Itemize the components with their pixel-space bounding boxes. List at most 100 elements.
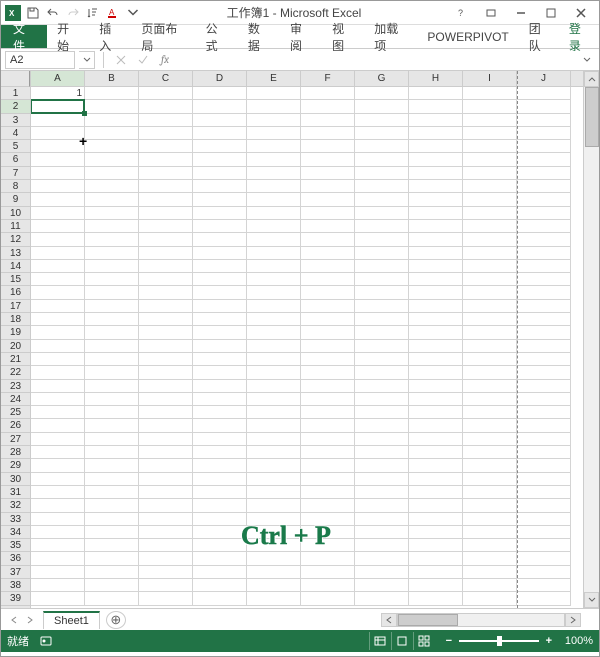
cell[interactable] (31, 300, 85, 313)
cell[interactable] (409, 260, 463, 273)
cell[interactable] (301, 366, 355, 379)
row-header[interactable]: 6 (1, 153, 30, 166)
cell[interactable] (301, 433, 355, 446)
cell[interactable] (85, 499, 139, 512)
cell[interactable] (85, 313, 139, 326)
cell[interactable] (31, 380, 85, 393)
cell[interactable] (409, 140, 463, 153)
cell[interactable] (139, 260, 193, 273)
cell[interactable] (31, 433, 85, 446)
cell[interactable] (355, 114, 409, 127)
cell[interactable] (85, 300, 139, 313)
cell[interactable] (355, 419, 409, 432)
cell[interactable] (247, 380, 301, 393)
cell[interactable] (355, 513, 409, 526)
formula-input[interactable] (178, 51, 575, 69)
cell[interactable] (85, 459, 139, 472)
cell[interactable] (247, 127, 301, 140)
cell[interactable] (463, 552, 517, 565)
cell[interactable] (355, 233, 409, 246)
cell[interactable] (301, 300, 355, 313)
cell[interactable] (463, 566, 517, 579)
cell[interactable] (139, 406, 193, 419)
cell[interactable] (193, 153, 247, 166)
cell[interactable] (31, 114, 85, 127)
expand-formula-bar-icon[interactable] (579, 51, 595, 69)
cell[interactable] (193, 127, 247, 140)
cell[interactable]: 1 (31, 87, 85, 100)
cell[interactable] (409, 127, 463, 140)
cell[interactable] (31, 552, 85, 565)
cell[interactable] (139, 247, 193, 260)
sign-in-link[interactable]: 登录 (561, 25, 599, 48)
cell[interactable] (139, 167, 193, 180)
cell[interactable] (85, 193, 139, 206)
cell[interactable] (139, 140, 193, 153)
column-header[interactable]: G (355, 71, 409, 86)
cell[interactable] (517, 180, 571, 193)
cell[interactable] (517, 127, 571, 140)
cell[interactable] (355, 446, 409, 459)
cell[interactable] (301, 247, 355, 260)
cell[interactable] (193, 393, 247, 406)
cell[interactable] (355, 153, 409, 166)
cell[interactable] (247, 273, 301, 286)
cell[interactable] (409, 579, 463, 592)
cell[interactable] (193, 486, 247, 499)
cell[interactable] (517, 114, 571, 127)
zoom-slider-thumb[interactable] (497, 636, 502, 646)
cell[interactable] (31, 313, 85, 326)
cell[interactable] (409, 380, 463, 393)
cell[interactable] (139, 433, 193, 446)
cell[interactable] (139, 473, 193, 486)
cell[interactable] (85, 566, 139, 579)
cell[interactable] (247, 552, 301, 565)
row-header[interactable]: 27 (1, 433, 30, 446)
cell[interactable] (31, 153, 85, 166)
row-header[interactable]: 32 (1, 499, 30, 512)
row-header[interactable]: 1 (1, 87, 30, 100)
scroll-left-button[interactable] (381, 613, 397, 627)
cell[interactable] (85, 419, 139, 432)
cell[interactable] (517, 592, 571, 605)
name-box-dropdown-icon[interactable] (79, 51, 95, 69)
cell[interactable] (247, 539, 301, 552)
page-layout-view-button[interactable] (391, 632, 413, 650)
normal-view-button[interactable] (369, 632, 391, 650)
cell[interactable] (193, 579, 247, 592)
cell[interactable] (247, 366, 301, 379)
cell[interactable] (409, 513, 463, 526)
cell[interactable] (247, 526, 301, 539)
row-header[interactable]: 2 (1, 100, 30, 113)
file-tab[interactable]: 文件 (1, 25, 47, 48)
cell[interactable] (139, 526, 193, 539)
cell[interactable] (31, 499, 85, 512)
cell[interactable] (247, 499, 301, 512)
cell[interactable] (355, 300, 409, 313)
cell[interactable] (409, 366, 463, 379)
cell[interactable] (31, 233, 85, 246)
cell[interactable] (517, 300, 571, 313)
row-header[interactable]: 19 (1, 326, 30, 339)
cell[interactable] (463, 180, 517, 193)
cell[interactable] (193, 247, 247, 260)
cell[interactable] (409, 247, 463, 260)
cell[interactable] (193, 180, 247, 193)
cell[interactable] (247, 340, 301, 353)
cell[interactable] (31, 167, 85, 180)
cell[interactable] (463, 153, 517, 166)
cell[interactable] (355, 286, 409, 299)
row-header[interactable]: 22 (1, 366, 30, 379)
cell[interactable] (193, 100, 247, 113)
cell[interactable] (355, 100, 409, 113)
cell[interactable] (31, 406, 85, 419)
cell[interactable] (247, 207, 301, 220)
cell[interactable] (85, 233, 139, 246)
cell[interactable] (301, 87, 355, 100)
cell[interactable] (247, 300, 301, 313)
cell[interactable] (139, 273, 193, 286)
cell[interactable] (301, 419, 355, 432)
cell[interactable] (355, 127, 409, 140)
zoom-slider[interactable] (459, 640, 539, 642)
cell[interactable] (409, 433, 463, 446)
